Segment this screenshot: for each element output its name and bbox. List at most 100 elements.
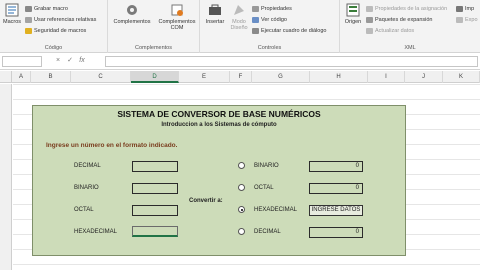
design-mode-icon — [234, 5, 244, 15]
column-header[interactable]: B — [31, 71, 71, 83]
import-label: Imp — [465, 6, 475, 12]
hexadecimal-output[interactable]: INGRESE DATOS — [309, 205, 363, 216]
source-label: Origen — [344, 19, 362, 25]
macros-icon — [5, 3, 19, 17]
column-header[interactable]: E — [179, 71, 230, 83]
macro-security-label: Seguridad de macros — [34, 28, 87, 34]
input-prompt: Ingrese un número en el formato indicado… — [46, 142, 178, 149]
column-header[interactable]: G — [252, 71, 310, 83]
output-label-octal: OCTAL — [254, 185, 274, 191]
design-mode-label-2: Diseño — [230, 25, 248, 31]
export-icon — [456, 16, 463, 23]
properties-button[interactable]: Propiedades — [252, 5, 292, 13]
xml-source-icon — [346, 3, 360, 17]
column-headers: A B C D E F G H I J K — [0, 71, 480, 83]
addins-button[interactable]: Complementos — [110, 3, 154, 25]
converter-panel: SISTEMA DE CONVERSOR DE BASE NUMÉRICOS I… — [32, 105, 406, 256]
column-header[interactable]: K — [443, 71, 480, 83]
radio-binary[interactable] — [238, 162, 245, 169]
controls-group: Insertar Modo Diseño Propiedades Ver cód… — [200, 0, 340, 53]
record-macro-label: Grabar macro — [34, 6, 68, 12]
expansion-packs-label: Paquetes de expansión — [375, 17, 433, 23]
relative-references-icon — [25, 16, 32, 23]
column-header[interactable]: A — [12, 71, 31, 83]
refresh-data-label: Actualizar datos — [375, 28, 415, 34]
dialog-icon — [252, 27, 259, 34]
code-group: Macros Grabar macro Usar referencias rel… — [0, 0, 108, 53]
column-header[interactable]: C — [71, 71, 131, 83]
run-dialog-label: Ejecutar cuadro de diálogo — [261, 28, 327, 34]
macro-security-button[interactable]: Seguridad de macros — [25, 27, 86, 35]
name-box[interactable] — [2, 56, 42, 67]
column-header-selected[interactable]: D — [131, 71, 179, 83]
record-macro-icon — [25, 5, 32, 12]
properties-icon — [252, 5, 259, 12]
formula-input[interactable] — [105, 56, 478, 67]
view-code-label: Ver código — [261, 17, 287, 23]
design-mode-button[interactable]: Modo Diseño — [228, 3, 250, 31]
insert-control-button[interactable]: Insertar — [203, 3, 227, 25]
column-header[interactable]: J — [405, 71, 443, 83]
com-addins-icon — [171, 4, 183, 16]
warning-icon — [25, 27, 32, 34]
form-title: SISTEMA DE CONVERSOR DE BASE NUMÉRICOS — [117, 109, 321, 119]
xml-group-label: XML — [404, 45, 416, 51]
input-label-hexadecimal: HEXADECIMAL — [74, 229, 118, 235]
insert-label: Insertar — [205, 19, 225, 25]
output-label-hexadecimal: HEXADECIMAL — [254, 207, 298, 213]
addins-group: Complementos Complementos COM Complement… — [108, 0, 200, 53]
radio-hexadecimal[interactable] — [238, 206, 245, 213]
relative-references-button[interactable]: Usar referencias relativas — [25, 16, 96, 24]
code-icon — [252, 16, 259, 23]
addins-label: Complementos — [113, 19, 151, 25]
row-headers[interactable] — [0, 84, 12, 270]
select-all-corner[interactable] — [0, 71, 12, 83]
radio-octal[interactable] — [238, 184, 245, 191]
export-button[interactable]: Expo — [456, 16, 478, 24]
output-label-decimal: DECIMAL — [254, 229, 281, 235]
relative-references-label: Usar referencias relativas — [34, 17, 97, 23]
radio-decimal[interactable] — [238, 228, 245, 235]
com-addins-button[interactable]: Complementos COM — [156, 3, 198, 31]
form-subtitle: Introduccion a los Sistemas de cómputo — [161, 122, 277, 128]
binary-input[interactable] — [132, 183, 178, 194]
import-button[interactable]: Imp — [456, 5, 474, 13]
input-label-octal: OCTAL — [74, 207, 94, 213]
com-addins-label-2: COM — [170, 25, 184, 31]
refresh-icon — [366, 27, 373, 34]
formula-bar-icons: × ✓ fx — [52, 56, 88, 64]
source-button[interactable]: Origen — [342, 3, 364, 25]
output-label-binary: BINARIO — [254, 163, 279, 169]
macros-label: Macros — [2, 19, 22, 25]
map-properties-icon — [366, 5, 373, 12]
map-properties-label: Propiedades de la asignación — [375, 6, 448, 12]
cancel-icon[interactable]: × — [52, 57, 64, 64]
view-code-button[interactable]: Ver código — [252, 16, 287, 24]
column-header[interactable]: I — [368, 71, 405, 83]
macros-button[interactable]: Macros — [1, 3, 23, 25]
convert-to-label: Convertir a: — [189, 198, 223, 204]
toolbox-icon — [209, 4, 221, 15]
record-macro-button[interactable]: Grabar macro — [25, 5, 68, 13]
run-dialog-button[interactable]: Ejecutar cuadro de diálogo — [252, 27, 326, 35]
enter-icon[interactable]: ✓ — [64, 56, 76, 64]
decimal-output: 0 — [309, 227, 363, 238]
gear-icon — [127, 5, 137, 15]
expansion-packs-icon — [366, 16, 373, 23]
column-header[interactable]: H — [310, 71, 368, 83]
ribbon: Macros Grabar macro Usar referencias rel… — [0, 0, 480, 53]
properties-label: Propiedades — [261, 6, 292, 12]
column-header[interactable]: F — [230, 71, 252, 83]
octal-input[interactable] — [132, 205, 178, 216]
octal-output: 0 — [309, 183, 363, 194]
export-label: Expo — [465, 17, 478, 23]
expansion-packs-button[interactable]: Paquetes de expansión — [366, 16, 433, 24]
hexadecimal-input[interactable] — [132, 226, 178, 237]
insert-function-icon[interactable]: fx — [76, 57, 88, 64]
refresh-data-button[interactable]: Actualizar datos — [366, 27, 414, 35]
binary-output: 0 — [309, 161, 363, 172]
map-properties-button[interactable]: Propiedades de la asignación — [366, 5, 447, 13]
decimal-input[interactable] — [132, 161, 178, 172]
import-icon — [456, 5, 463, 12]
input-label-decimal: DECIMAL — [74, 163, 101, 169]
